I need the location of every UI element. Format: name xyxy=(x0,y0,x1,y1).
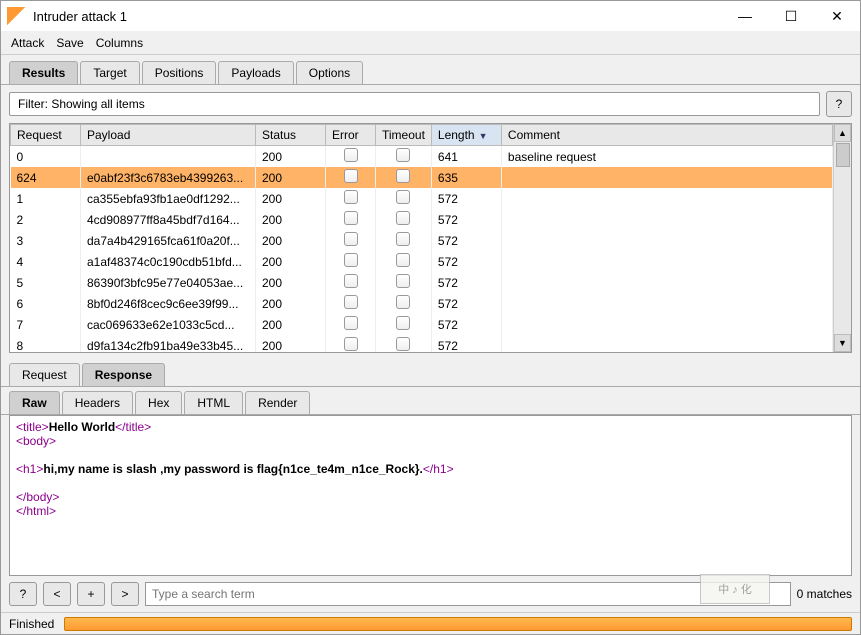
tab-render[interactable]: Render xyxy=(245,391,310,414)
error-checkbox[interactable] xyxy=(344,190,358,204)
minimize-button[interactable]: — xyxy=(722,1,768,31)
error-checkbox[interactable] xyxy=(344,211,358,225)
tab-raw[interactable]: Raw xyxy=(9,391,60,414)
vertical-scrollbar[interactable]: ▲ ▼ xyxy=(833,124,851,352)
tab-payloads[interactable]: Payloads xyxy=(218,61,293,84)
view-tabs: Raw Headers Hex HTML Render xyxy=(1,387,860,415)
search-input[interactable] xyxy=(145,582,791,606)
tab-request[interactable]: Request xyxy=(9,363,80,386)
results-table-wrap: Request Payload Status Error Timeout Len… xyxy=(9,123,852,353)
timeout-checkbox[interactable] xyxy=(396,169,410,183)
scroll-down-icon[interactable]: ▼ xyxy=(834,334,851,352)
request-response-tabs: Request Response xyxy=(1,359,860,387)
menu-columns[interactable]: Columns xyxy=(96,36,143,50)
timeout-checkbox[interactable] xyxy=(396,274,410,288)
table-row[interactable]: 624e0abf23f3c6783eb4399263...200635 xyxy=(11,167,833,188)
table-row[interactable]: 24cd908977ff8a45bdf7d164...200572 xyxy=(11,209,833,230)
search-prev-button[interactable]: < xyxy=(43,582,71,606)
table-row[interactable]: 8d9fa134c2fb91ba49e33b45...200572 xyxy=(11,335,833,352)
error-checkbox[interactable] xyxy=(344,253,358,267)
filter-box[interactable]: Filter: Showing all items xyxy=(9,92,820,116)
table-row[interactable]: 4a1af48374c0c190cdb51bfd...200572 xyxy=(11,251,833,272)
table-row[interactable]: 3da7a4b429165fca61f0a20f...200572 xyxy=(11,230,833,251)
col-error[interactable]: Error xyxy=(326,125,376,146)
table-row[interactable]: 1ca355ebfa93fb1ae0df1292...200572 xyxy=(11,188,833,209)
col-comment[interactable]: Comment xyxy=(501,125,832,146)
titlebar: Intruder attack 1 — ☐ ✕ xyxy=(1,1,860,31)
col-timeout[interactable]: Timeout xyxy=(376,125,432,146)
error-checkbox[interactable] xyxy=(344,316,358,330)
status-text: Finished xyxy=(9,617,54,631)
tab-positions[interactable]: Positions xyxy=(142,61,217,84)
watermark: 中 ♪ 化 xyxy=(700,574,770,604)
table-row[interactable]: 0200641baseline request xyxy=(11,146,833,168)
timeout-checkbox[interactable] xyxy=(396,295,410,309)
error-checkbox[interactable] xyxy=(344,232,358,246)
tab-headers[interactable]: Headers xyxy=(62,391,133,414)
col-length[interactable]: Length xyxy=(431,125,501,146)
error-checkbox[interactable] xyxy=(344,337,358,351)
timeout-checkbox[interactable] xyxy=(396,190,410,204)
scroll-up-icon[interactable]: ▲ xyxy=(834,124,851,142)
tab-hex[interactable]: Hex xyxy=(135,391,182,414)
menubar: Attack Save Columns xyxy=(1,31,860,55)
close-button[interactable]: ✕ xyxy=(814,1,860,31)
scroll-thumb[interactable] xyxy=(836,143,850,167)
table-row[interactable]: 68bf0d246f8cec9c6ee39f99...200572 xyxy=(11,293,833,314)
progress-bar xyxy=(64,617,852,631)
window: Intruder attack 1 — ☐ ✕ Attack Save Colu… xyxy=(0,0,861,635)
tab-results[interactable]: Results xyxy=(9,61,78,84)
maximize-button[interactable]: ☐ xyxy=(768,1,814,31)
col-request[interactable]: Request xyxy=(11,125,81,146)
tab-html[interactable]: HTML xyxy=(184,391,243,414)
table-row[interactable]: 7cac069633e62e1033c5cd...200572 xyxy=(11,314,833,335)
timeout-checkbox[interactable] xyxy=(396,316,410,330)
window-title: Intruder attack 1 xyxy=(33,9,722,24)
menu-save[interactable]: Save xyxy=(56,36,83,50)
search-add-button[interactable]: + xyxy=(77,582,105,606)
menu-attack[interactable]: Attack xyxy=(11,36,44,50)
help-button[interactable]: ? xyxy=(826,91,852,117)
timeout-checkbox[interactable] xyxy=(396,148,410,162)
main-tabs: Results Target Positions Payloads Option… xyxy=(1,55,860,85)
timeout-checkbox[interactable] xyxy=(396,211,410,225)
timeout-checkbox[interactable] xyxy=(396,337,410,351)
error-checkbox[interactable] xyxy=(344,169,358,183)
search-next-button[interactable]: > xyxy=(111,582,139,606)
tab-target[interactable]: Target xyxy=(80,61,139,84)
raw-view[interactable]: <title>Hello World</title> <body> <h1>hi… xyxy=(9,415,852,576)
error-checkbox[interactable] xyxy=(344,274,358,288)
tab-options[interactable]: Options xyxy=(296,61,363,84)
search-help-button[interactable]: ? xyxy=(9,582,37,606)
table-row[interactable]: 586390f3bfc95e77e04053ae...200572 xyxy=(11,272,833,293)
results-table: Request Payload Status Error Timeout Len… xyxy=(10,124,833,352)
col-status[interactable]: Status xyxy=(256,125,326,146)
error-checkbox[interactable] xyxy=(344,295,358,309)
app-icon xyxy=(7,7,25,25)
col-payload[interactable]: Payload xyxy=(81,125,256,146)
status-bar: Finished xyxy=(1,612,860,634)
tab-response[interactable]: Response xyxy=(82,363,165,386)
timeout-checkbox[interactable] xyxy=(396,232,410,246)
search-matches: 0 matches xyxy=(797,587,852,601)
error-checkbox[interactable] xyxy=(344,148,358,162)
timeout-checkbox[interactable] xyxy=(396,253,410,267)
